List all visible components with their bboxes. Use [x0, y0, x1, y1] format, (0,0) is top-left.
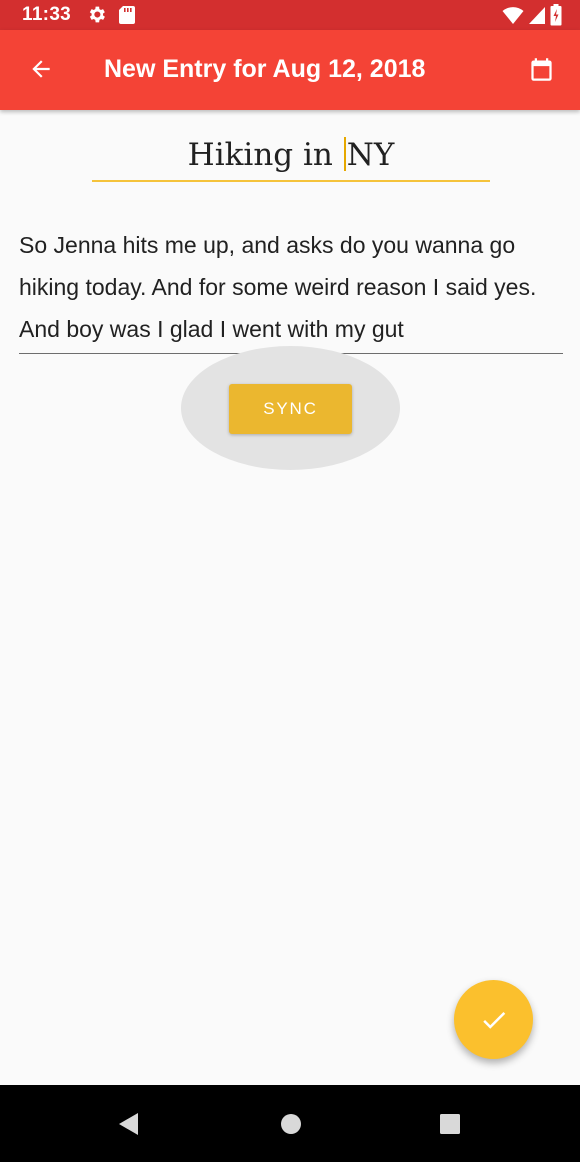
wifi-icon	[502, 7, 524, 24]
status-time: 11:33	[22, 4, 72, 25]
save-fab[interactable]	[454, 980, 533, 1059]
nav-recents-button[interactable]	[425, 1099, 475, 1149]
calendar-button[interactable]	[518, 46, 564, 92]
title-input[interactable]: Hiking in NY	[92, 130, 490, 182]
back-triangle-icon	[119, 1113, 138, 1135]
check-icon	[482, 1011, 505, 1029]
page-title: New Entry for Aug 12, 2018	[104, 55, 426, 83]
signal-icon	[529, 7, 545, 24]
text-cursor	[343, 137, 346, 171]
body-text: So Jenna hits me up, and asks do you wan…	[19, 232, 537, 342]
battery-icon	[550, 4, 562, 26]
navigation-bar	[0, 1085, 580, 1162]
home-circle-icon	[281, 1114, 301, 1134]
nav-home-button[interactable]	[266, 1099, 316, 1149]
arrow-back-icon	[32, 60, 50, 78]
gear-icon	[89, 6, 105, 23]
nav-back-button[interactable]	[104, 1099, 154, 1149]
title-text-after-cursor: NY	[346, 137, 395, 173]
status-bar: 11:33	[0, 0, 580, 30]
app-bar: New Entry for Aug 12, 2018	[0, 30, 580, 110]
recents-square-icon	[440, 1114, 460, 1134]
sync-button[interactable]: SYNC	[229, 384, 352, 434]
title-text-before-cursor: Hiking in	[187, 137, 343, 173]
back-button[interactable]	[18, 46, 64, 92]
sd-card-icon	[119, 6, 135, 24]
calendar-icon	[530, 57, 552, 81]
body-input[interactable]: So Jenna hits me up, and asks do you wan…	[19, 224, 563, 354]
